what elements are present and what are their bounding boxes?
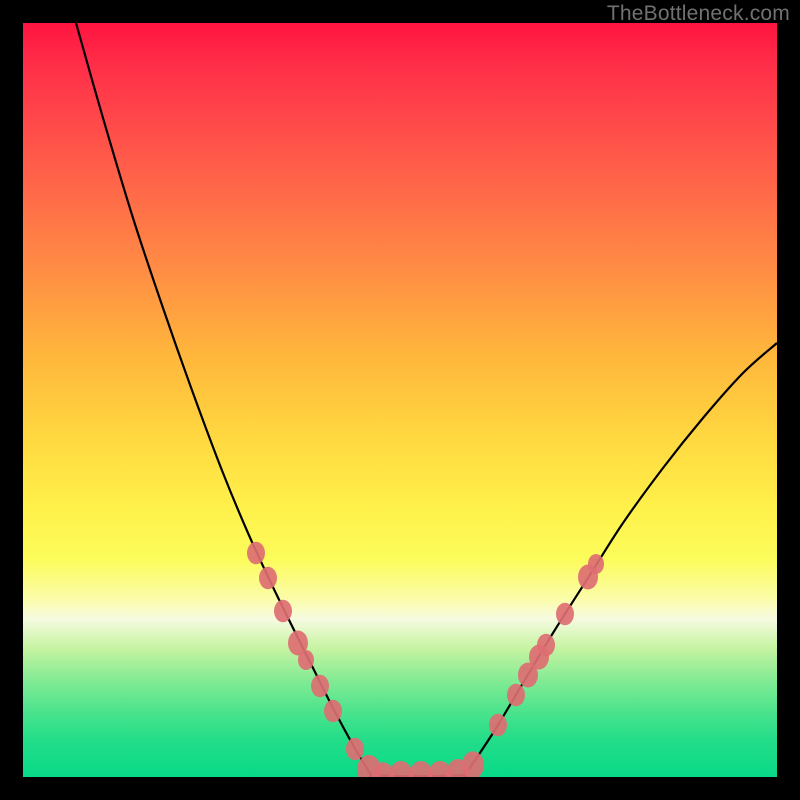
data-marker bbox=[537, 634, 555, 657]
data-marker bbox=[247, 542, 265, 565]
data-marker bbox=[274, 600, 292, 623]
data-marker bbox=[588, 554, 604, 574]
data-marker bbox=[324, 700, 342, 723]
chart-svg bbox=[23, 23, 777, 777]
data-marker bbox=[311, 675, 329, 698]
data-marker bbox=[298, 650, 314, 670]
bottleneck-curve bbox=[76, 23, 777, 777]
data-marker bbox=[346, 738, 364, 761]
data-marker bbox=[507, 684, 525, 707]
watermark-text: TheBottleneck.com bbox=[607, 2, 790, 26]
data-marker bbox=[556, 603, 574, 626]
data-marker bbox=[462, 751, 484, 777]
chart-plot-area bbox=[23, 23, 777, 777]
data-marker bbox=[259, 567, 277, 590]
data-marker bbox=[489, 714, 507, 737]
data-markers bbox=[247, 542, 604, 777]
